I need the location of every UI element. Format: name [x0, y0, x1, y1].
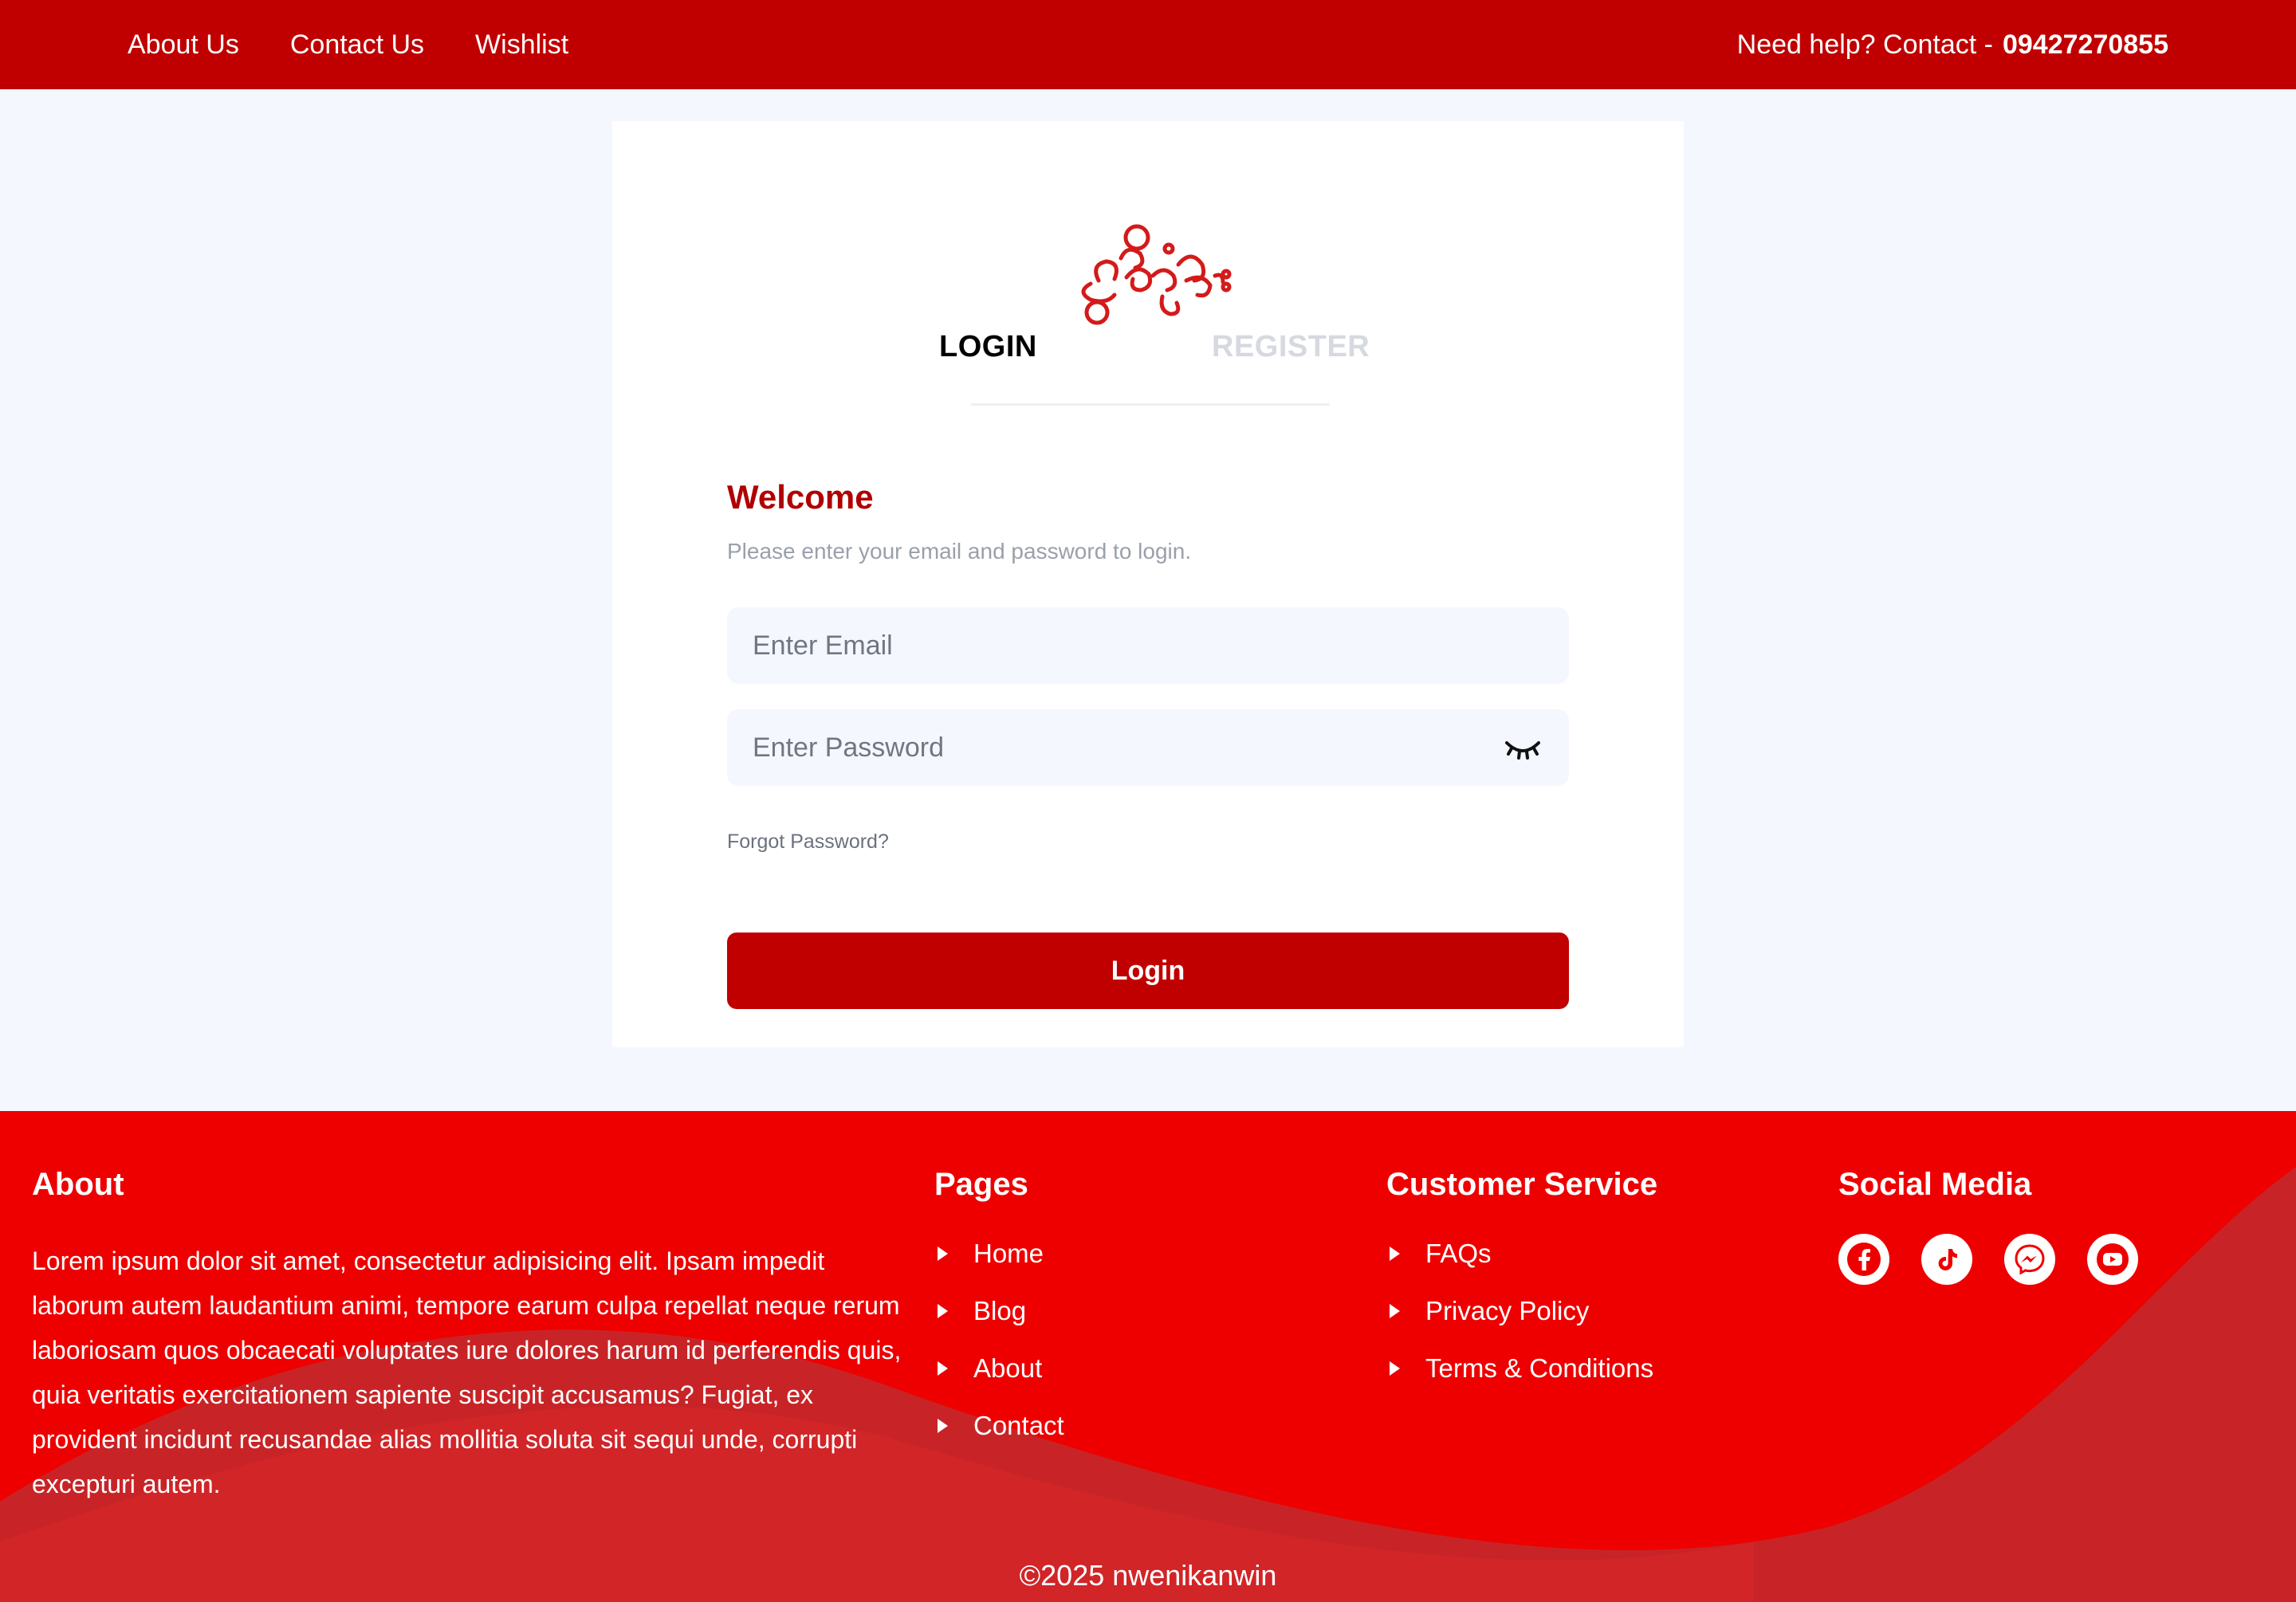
list-item: Terms & Conditions	[1386, 1353, 1653, 1411]
password-input[interactable]	[727, 709, 1569, 786]
footer-link-contact[interactable]: Contact	[973, 1411, 1064, 1441]
triangle-right-icon	[938, 1361, 948, 1376]
brand-logo[interactable]	[1067, 201, 1234, 328]
facebook-icon[interactable]	[1838, 1234, 1889, 1285]
list-item: FAQs	[1386, 1239, 1653, 1296]
footer: About Lorem ipsum dolor sit amet, consec…	[0, 1111, 2296, 1602]
triangle-right-icon	[1390, 1247, 1400, 1261]
tab-underline	[971, 403, 1330, 406]
triangle-right-icon	[938, 1247, 948, 1261]
tab-register[interactable]: REGISTER	[1212, 330, 1370, 364]
footer-link-privacy[interactable]: Privacy Policy	[1425, 1296, 1589, 1326]
welcome-heading: Welcome	[727, 478, 874, 516]
nav-wishlist[interactable]: Wishlist	[475, 29, 568, 61]
eye-closed-icon[interactable]	[1504, 735, 1542, 762]
footer-about-title: About	[32, 1167, 124, 1202]
tiktok-icon[interactable]	[1921, 1234, 1972, 1285]
help-phone[interactable]: 09427270855	[2003, 29, 2168, 60]
nav-about-us[interactable]: About Us	[128, 29, 239, 61]
main-area: LOGIN REGISTER Welcome Please enter your…	[0, 89, 2296, 1111]
footer-link-terms[interactable]: Terms & Conditions	[1425, 1353, 1653, 1384]
triangle-right-icon	[1390, 1304, 1400, 1318]
login-button[interactable]: Login	[727, 933, 1569, 1009]
top-bar: About Us Contact Us Wishlist Need help? …	[0, 0, 2296, 89]
top-nav: About Us Contact Us Wishlist	[128, 29, 568, 61]
forgot-password-link[interactable]: Forgot Password?	[727, 830, 889, 854]
footer-pages-title: Pages	[934, 1167, 1028, 1202]
copyright: ©2025 nwenikanwin	[1019, 1559, 1277, 1592]
auth-tabs: LOGIN REGISTER	[939, 330, 1370, 410]
list-item: Contact	[934, 1411, 1064, 1468]
footer-link-home[interactable]: Home	[973, 1239, 1044, 1269]
footer-pages-list: Home Blog About Contact	[934, 1239, 1064, 1468]
tab-login[interactable]: LOGIN	[939, 330, 1037, 364]
list-item: Privacy Policy	[1386, 1296, 1653, 1353]
footer-link-faqs[interactable]: FAQs	[1425, 1239, 1492, 1269]
auth-card: LOGIN REGISTER Welcome Please enter your…	[612, 121, 1684, 1047]
list-item: Home	[934, 1239, 1064, 1296]
triangle-right-icon	[1390, 1361, 1400, 1376]
triangle-right-icon	[938, 1419, 948, 1433]
nav-contact-us[interactable]: Contact Us	[290, 29, 424, 61]
footer-link-blog[interactable]: Blog	[973, 1296, 1026, 1326]
triangle-right-icon	[938, 1304, 948, 1318]
email-input[interactable]	[727, 607, 1569, 684]
list-item: Blog	[934, 1296, 1064, 1353]
footer-about-text: Lorem ipsum dolor sit amet, consectetur …	[32, 1247, 902, 1498]
help-contact: Need help? Contact - 09427270855	[1737, 29, 2168, 61]
list-item: About	[934, 1353, 1064, 1411]
messenger-icon[interactable]	[2004, 1234, 2055, 1285]
footer-service-list: FAQs Privacy Policy Terms & Conditions	[1386, 1239, 1653, 1411]
footer-social-title: Social Media	[1838, 1167, 2032, 1202]
help-text: Need help? Contact -	[1736, 29, 1993, 60]
social-icons	[1838, 1234, 2138, 1285]
login-subtitle: Please enter your email and password to …	[727, 539, 1192, 563]
youtube-icon[interactable]	[2087, 1234, 2138, 1285]
footer-link-about[interactable]: About	[973, 1353, 1042, 1384]
footer-service-title: Customer Service	[1386, 1167, 1658, 1202]
